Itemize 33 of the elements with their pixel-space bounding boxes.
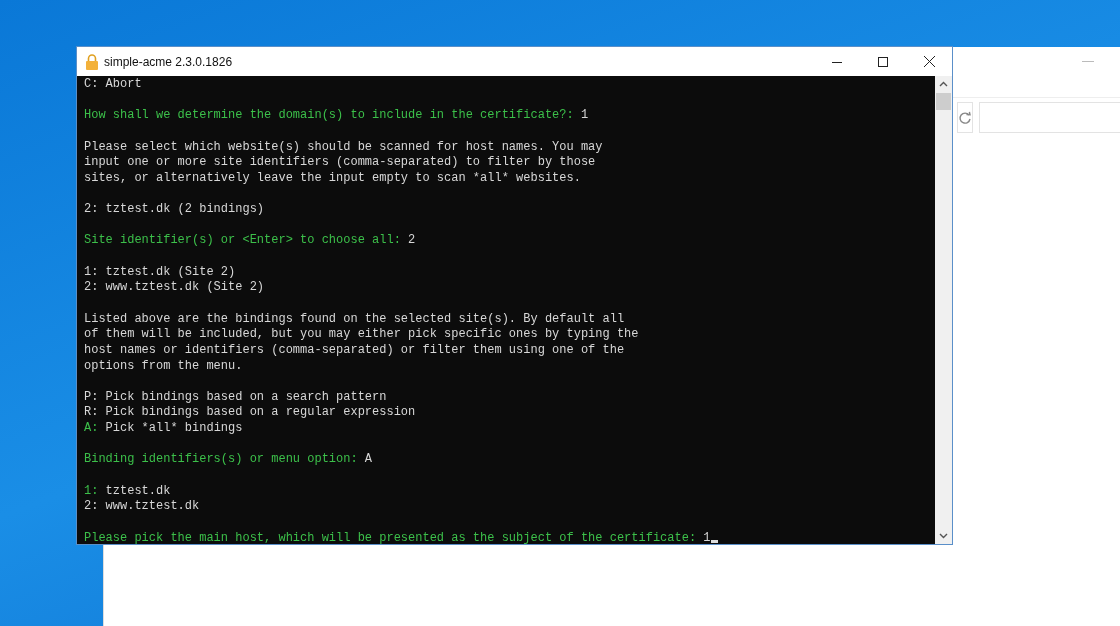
console-line: 2: www.tztest.dk [84, 499, 201, 515]
console-line: C: Abort [84, 77, 143, 93]
address-field[interactable] [979, 102, 1120, 133]
console-line: Site identifier(s) or <Enter> to choose all: 2 [84, 233, 417, 250]
refresh-icon [958, 110, 972, 125]
console-line: 2: www.tztest.dk (Site 2) [84, 280, 266, 296]
console-line: Please select which website(s) should be scanned for host names. You may [84, 139, 604, 156]
console-line: 2: tztest.dk (2 bindings) [84, 202, 266, 218]
console-line: sites, or alternatively leave the input empty to scan *all* websites. [84, 170, 582, 187]
minimize-icon[interactable] [1082, 61, 1094, 63]
console-line: P: Pick bindings based on a search pattern [84, 389, 388, 406]
console-line: options from the menu. [84, 358, 244, 375]
console-line: A: Pick *all* bindings [84, 421, 244, 437]
padlock-icon [85, 53, 99, 70]
scroll-down-icon[interactable] [939, 533, 948, 539]
console-line: Please pick the main host, which will be presented as the subject of the certificate: 1 [84, 530, 928, 544]
scroll-up-icon[interactable] [939, 81, 948, 87]
close-icon [923, 56, 935, 67]
refresh-button[interactable] [957, 102, 973, 133]
console-line: How shall we determine the domain(s) to include in the certificate?: 1 [84, 108, 590, 124]
console-line: of them will be included, but you may either pick specific ones by typing the [84, 327, 640, 343]
console-line: host names or identifiers (comma-separated) or filter them using one of the [84, 342, 626, 359]
console-line: R: Pick bindings based on a regular expression [84, 405, 417, 422]
scroll-thumb[interactable] [936, 93, 951, 110]
maximize-icon [878, 56, 888, 67]
text-cursor [710, 539, 718, 543]
console-line: 1: tztest.dk [84, 483, 172, 500]
console-line: Binding identifiers(s) or menu option: A [84, 452, 374, 468]
console-line: input one or more site identifiers (comma-separated) to filter by those [84, 155, 597, 171]
window-title: simple-acme 2.3.0.1826 [104, 54, 233, 69]
scrollbar[interactable] [935, 76, 952, 544]
console-line: 1: tztest.dk (Site 2) [84, 264, 237, 281]
console-line: Listed above are the bindings found on the selected site(s). By default all [84, 311, 626, 328]
